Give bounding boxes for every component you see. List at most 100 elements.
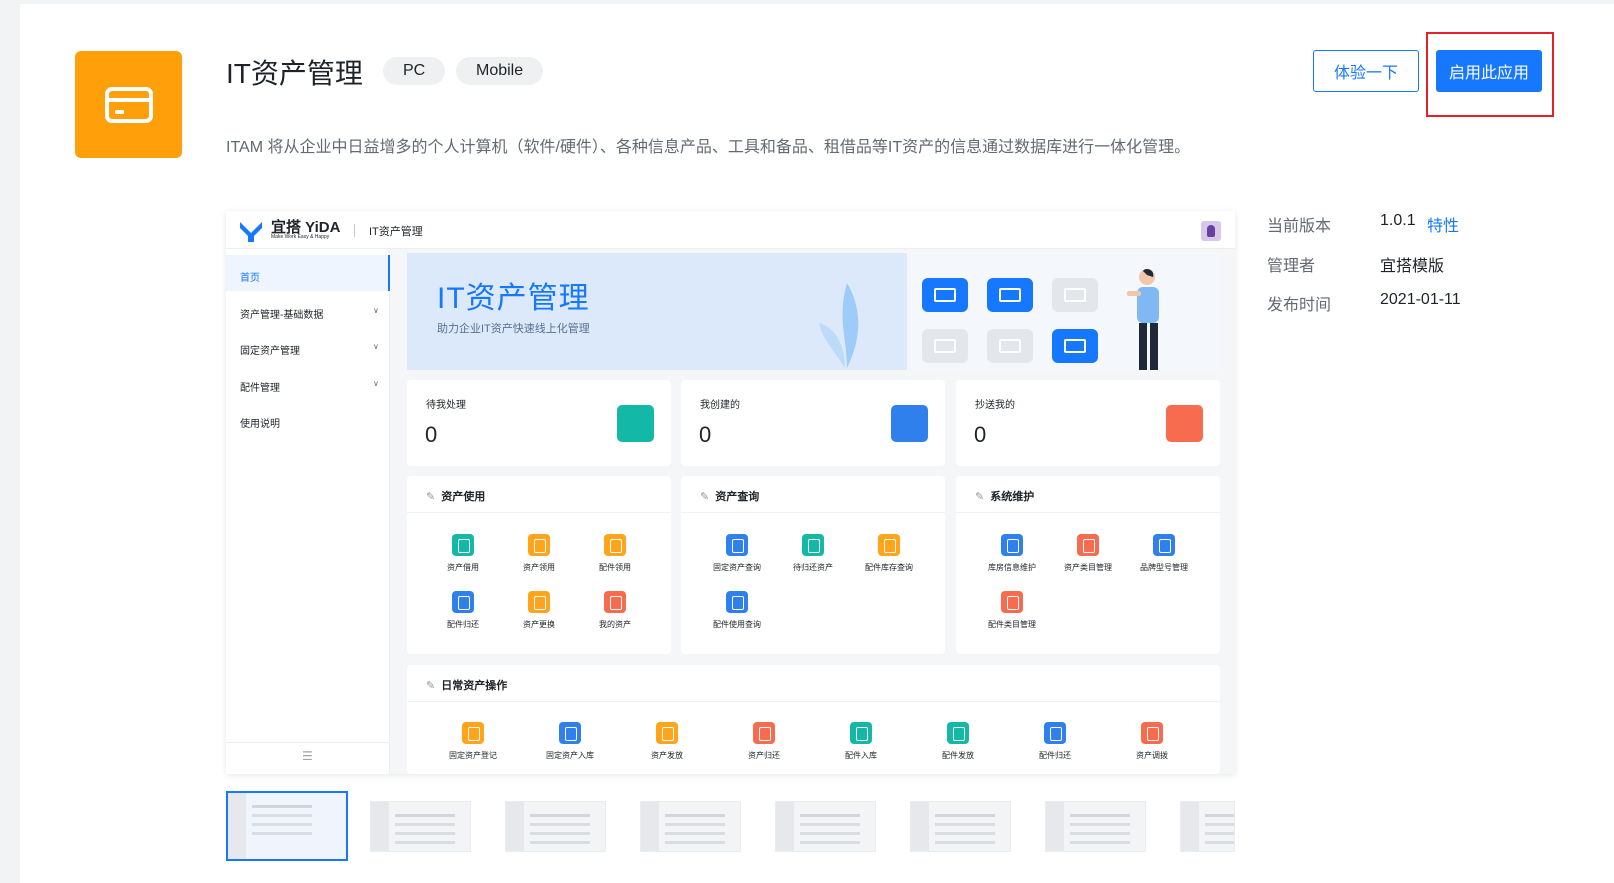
return-icon xyxy=(452,591,474,613)
nav-item-asset-basic: 资产管理-基础数据 xyxy=(240,310,324,321)
header-divider xyxy=(354,224,355,237)
inbound-icon xyxy=(559,722,581,744)
swap-icon xyxy=(528,591,550,613)
person-illustration-icon xyxy=(1127,269,1159,370)
stat-count: 0 xyxy=(699,422,712,447)
shortcut-part-category[interactable]: 配件类目管理 xyxy=(974,591,1050,630)
warehouse-icon xyxy=(1001,534,1023,556)
admin-value: 宜搭模版 xyxy=(1380,258,1445,275)
app-title: IT资产管理 xyxy=(226,58,363,89)
enable-app-button[interactable]: 启用此应用 xyxy=(1436,50,1542,92)
asset-icon xyxy=(604,591,626,613)
return-icon xyxy=(1044,722,1066,744)
category-icon xyxy=(1077,534,1099,556)
shortcut-fixed-asset-query[interactable]: 固定资产查询 xyxy=(699,534,775,573)
shortcut-fixed-asset-inbound[interactable]: 固定资产入库 xyxy=(532,722,608,761)
shortcut-asset-return[interactable]: 资产归还 xyxy=(726,722,802,761)
banner-subtitle: 助力企业IT资产快速线上化管理 xyxy=(437,323,590,335)
chevron-down-icon: ∨ xyxy=(373,379,379,388)
shortcut-warehouse-info[interactable]: 库房信息维护 xyxy=(974,534,1050,573)
preview-banner: IT资产管理 助力企业IT资产快速线上化管理 xyxy=(407,253,1220,370)
section-title: 系统维护 xyxy=(975,488,1034,504)
preview-logo-subtitle: Make Work Easy & Happy xyxy=(271,234,330,240)
shortcut-part-return[interactable]: 配件归还 xyxy=(1017,722,1093,761)
publish-label: 发布时间 xyxy=(1267,297,1332,314)
shortcut-asset-category[interactable]: 资产类目管理 xyxy=(1050,534,1126,573)
thumbnail-5[interactable] xyxy=(775,801,876,852)
shortcut-asset-transfer[interactable]: 资产调拨 xyxy=(1114,722,1190,761)
chevron-down-icon: ∨ xyxy=(373,342,379,351)
shortcut-part-stock-query[interactable]: 配件库存查询 xyxy=(851,534,927,573)
publish-value: 2021-01-11 xyxy=(1380,291,1461,308)
transfer-icon xyxy=(1141,722,1163,744)
banner-title: IT资产管理 xyxy=(437,282,590,315)
sidebar-divider xyxy=(226,742,390,743)
router-icon xyxy=(1052,329,1098,363)
stat-card-pending[interactable]: 待我处理 0 xyxy=(407,380,671,466)
app-detail-page: IT资产管理 PC Mobile 体验一下 启用此应用 ITAM 将从企业中日益… xyxy=(20,4,1614,883)
shortcut-fixed-asset-register[interactable]: 固定资产登记 xyxy=(435,722,511,761)
shortcut-asset-borrow[interactable]: 资产借用 xyxy=(425,534,501,573)
box-icon xyxy=(528,534,550,556)
avatar xyxy=(1201,221,1221,241)
shortcut-asset-receive[interactable]: 资产领用 xyxy=(501,534,577,573)
box-icon xyxy=(656,722,678,744)
thumbnail-8[interactable] xyxy=(1180,801,1235,852)
inbound-icon xyxy=(850,722,872,744)
section-asset-query: 资产查询 固定资产查询 待归还资产 配件库存查询 配件使用查询 xyxy=(681,476,945,654)
calendar-icon xyxy=(802,534,824,556)
section-title: 资产查询 xyxy=(700,488,759,504)
section-divider xyxy=(956,512,1220,513)
monitor-icon xyxy=(922,278,968,312)
home-icon xyxy=(726,591,748,613)
thumbnail-1[interactable] xyxy=(226,791,348,861)
tag-icon xyxy=(1153,534,1175,556)
app-preview-screenshot[interactable]: 宜搭 YiDA Make Work Easy & Happy IT资产管理 首页… xyxy=(226,211,1235,774)
stat-label: 待我处理 xyxy=(426,400,466,411)
list-icon xyxy=(1001,591,1023,613)
box-icon xyxy=(604,534,626,556)
thumbnail-2[interactable] xyxy=(370,801,471,852)
thumbnail-6[interactable] xyxy=(910,801,1011,852)
form-icon xyxy=(947,722,969,744)
shortcut-part-return[interactable]: 配件归还 xyxy=(425,591,501,630)
thumbnail-7[interactable] xyxy=(1045,801,1146,852)
thumbnail-3[interactable] xyxy=(505,801,606,852)
shortcut-part-usage-query[interactable]: 配件使用查询 xyxy=(699,591,775,630)
tag-pc: PC xyxy=(383,57,446,85)
shortcut-asset-replace[interactable]: 资产更换 xyxy=(501,591,577,630)
section-daily-operations: 日常资产操作 固定资产登记 固定资产入库 资产发放 资产归还 配件入库 配件发放… xyxy=(407,665,1220,774)
section-divider xyxy=(407,701,1220,702)
nav-item-home: 首页 xyxy=(240,273,260,284)
stat-label: 我创建的 xyxy=(700,400,740,411)
thumbnail-4[interactable] xyxy=(640,801,741,852)
section-asset-use: 资产使用 资产借用 资产领用 配件领用 配件归还 资产更换 我的资产 xyxy=(407,476,671,654)
search-doc-icon xyxy=(726,534,748,556)
banner-devices-illustration xyxy=(907,253,1220,370)
shortcut-part-receive[interactable]: 配件领用 xyxy=(577,534,653,573)
credit-card-icon xyxy=(104,86,153,123)
stat-card-cc[interactable]: 抄送我的 0 xyxy=(956,380,1220,466)
preview-header: 宜搭 YiDA Make Work Easy & Happy IT资产管理 xyxy=(226,211,1235,249)
screen-icon xyxy=(1052,278,1098,312)
nav-item-fixed-asset: 固定资产管理 xyxy=(240,346,300,357)
desktop-icon xyxy=(922,329,968,363)
try-button[interactable]: 体验一下 xyxy=(1313,50,1419,92)
admin-label: 管理者 xyxy=(1267,258,1316,275)
stat-card-created[interactable]: 我创建的 0 xyxy=(681,380,945,466)
stat-count: 0 xyxy=(974,422,987,447)
stat-label: 抄送我的 xyxy=(975,400,1015,411)
version-label: 当前版本 xyxy=(1267,218,1332,235)
return-icon xyxy=(753,722,775,744)
version-features-link[interactable]: 特性 xyxy=(1427,212,1459,236)
collapse-icon: ☰ xyxy=(302,749,313,763)
shortcut-asset-issue[interactable]: 资产发放 xyxy=(629,722,705,761)
clipboard-check-icon xyxy=(617,405,654,442)
nav-item-guide: 使用说明 xyxy=(240,419,280,430)
shortcut-part-issue[interactable]: 配件发放 xyxy=(920,722,996,761)
shortcut-pending-return[interactable]: 待归还资产 xyxy=(775,534,851,573)
shortcut-my-assets[interactable]: 我的资产 xyxy=(577,591,653,630)
shortcut-brand-model[interactable]: 品牌型号管理 xyxy=(1126,534,1202,573)
yida-logo-icon xyxy=(240,222,262,242)
shortcut-part-inbound[interactable]: 配件入库 xyxy=(823,722,899,761)
